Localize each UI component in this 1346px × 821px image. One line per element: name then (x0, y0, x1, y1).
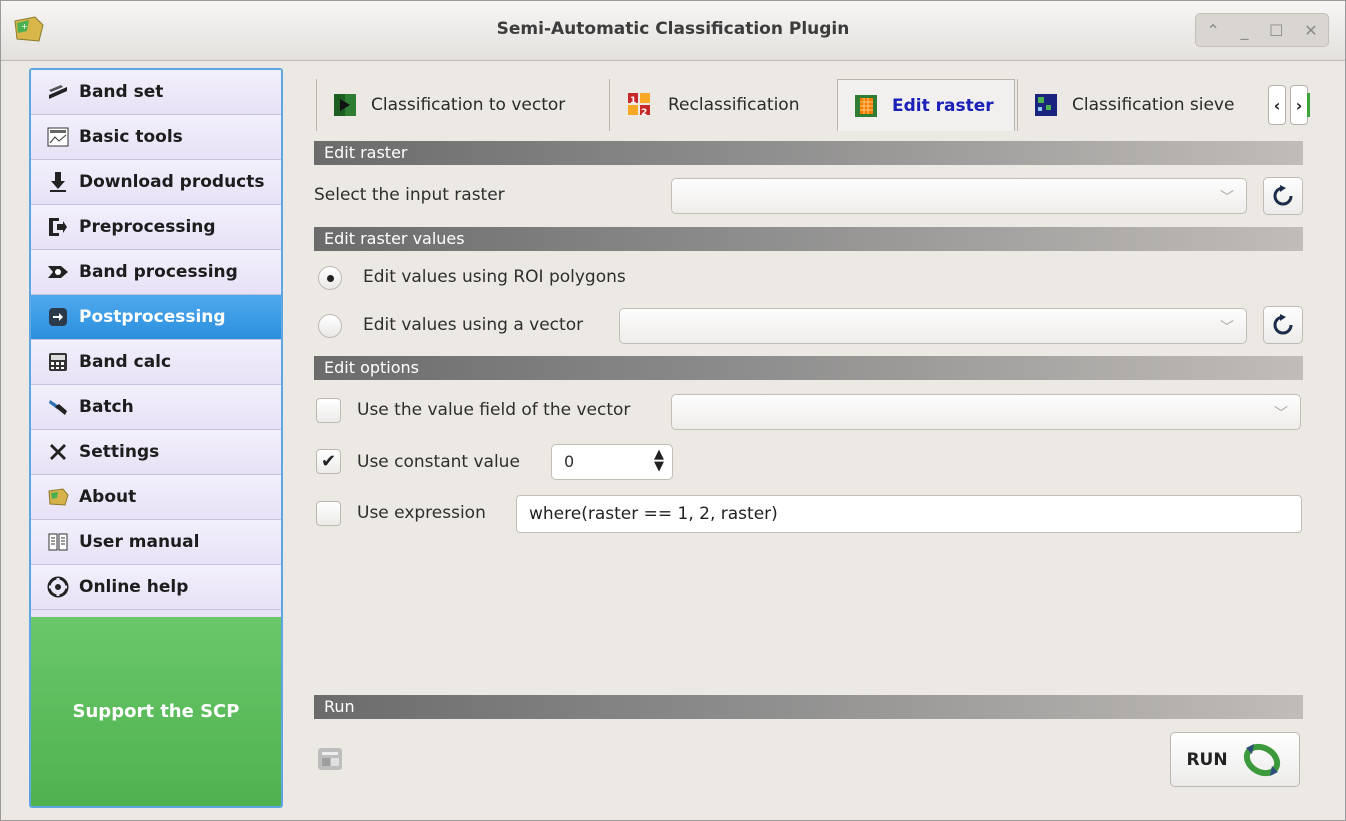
green-edge-marker (1307, 93, 1310, 117)
tab-scroll-right-button[interactable]: › (1290, 85, 1308, 125)
batch-script-icon (318, 748, 342, 770)
minimize-icon[interactable]: _ (1240, 21, 1248, 40)
vector-radio[interactable] (318, 314, 342, 338)
band-set-icon (47, 81, 69, 103)
sidebar-item-band-processing[interactable]: Band processing (31, 250, 281, 295)
sidebar-item-online-help[interactable]: Online help (31, 565, 281, 610)
sidebar-item-label: Batch (79, 397, 134, 417)
sidebar-item-band-set[interactable]: Band set (31, 70, 281, 115)
tab-bar: Classification to vector 12 Reclassifica… (311, 79, 1311, 131)
spinbox-value: 0 (564, 452, 575, 471)
tab-label: Classification to vector (371, 95, 566, 115)
sidebar-item-label: Settings (79, 442, 160, 462)
sidebar-item-label: Online help (79, 577, 189, 597)
section-header-edit-raster-values: Edit raster values (314, 227, 1303, 251)
edit-raster-icon (855, 94, 877, 117)
basic-tools-icon (47, 126, 69, 148)
expression-checkbox[interactable] (316, 501, 341, 526)
help-icon (47, 576, 69, 598)
sidebar-item-postprocessing[interactable]: Postprocessing (31, 295, 281, 340)
sidebar-item-label: Band set (79, 82, 164, 102)
expression-label: Use expression (357, 503, 486, 523)
calculator-icon (47, 351, 69, 373)
sidebar-item-user-manual[interactable]: User manual (31, 520, 281, 565)
shade-icon[interactable]: ⌃ (1206, 21, 1219, 40)
refresh-vector-button[interactable] (1263, 306, 1303, 344)
sidebar-item-basic-tools[interactable]: Basic tools (31, 115, 281, 160)
spin-arrows-icon[interactable]: ▲ ▼ (654, 448, 664, 473)
section-header-edit-raster: Edit raster (314, 141, 1303, 165)
value-field-label: Use the value field of the vector (357, 400, 631, 420)
vector-combobox[interactable]: ﹀ (619, 308, 1247, 344)
section-header-edit-options: Edit options (314, 356, 1303, 380)
input-raster-combobox[interactable]: ﹀ (671, 178, 1247, 214)
manual-icon (47, 531, 69, 553)
constant-value-label: Use constant value (357, 452, 520, 472)
window-title: Semi-Automatic Classification Plugin (496, 19, 850, 39)
preprocessing-icon (47, 216, 69, 238)
sidebar-item-label: Postprocessing (79, 307, 226, 327)
svg-text:2: 2 (641, 108, 647, 118)
chevron-down-icon: ﹀ (1220, 190, 1234, 206)
sidebar-item-label: Download products (79, 172, 265, 192)
constant-value-spinbox[interactable]: 0 ▲ ▼ (551, 444, 673, 480)
tab-label: Classification sieve (1072, 95, 1235, 115)
sidebar-item-label: Band calc (79, 352, 172, 372)
value-field-combobox[interactable]: ﹀ (671, 394, 1301, 430)
roi-polygons-radio[interactable] (318, 266, 342, 290)
tab-reclassification[interactable]: 12 Reclassification (609, 79, 835, 131)
tab-classification-sieve[interactable]: Classification sieve (1017, 79, 1267, 131)
sidebar-item-label: Band processing (79, 262, 238, 282)
svg-text:1: 1 (630, 96, 636, 106)
sidebar-item-label: About (79, 487, 137, 507)
title-bar[interactable]: + Semi-Automatic Classification Plugin ⌃… (1, 1, 1345, 61)
sidebar-item-preprocessing[interactable]: Preprocessing (31, 205, 281, 250)
maximize-icon[interactable]: ☐ (1269, 21, 1283, 40)
sidebar-item-download-products[interactable]: Download products (31, 160, 281, 205)
tab-edit-raster[interactable]: Edit raster (837, 79, 1015, 131)
sidebar-item-settings[interactable]: Settings (31, 430, 281, 475)
tab-classification-to-vector[interactable]: Classification to vector (316, 79, 606, 131)
roi-polygons-label: Edit values using ROI polygons (363, 267, 626, 287)
support-the-scp-button[interactable]: Support the SCP (31, 617, 281, 806)
tab-label: Edit raster (892, 95, 994, 116)
run-icon (1243, 743, 1280, 776)
constant-value-checkbox[interactable]: ✔ (316, 449, 341, 474)
sidebar-item-label: User manual (79, 532, 200, 552)
sidebar-item-about[interactable]: About (31, 475, 281, 520)
close-icon[interactable]: ✕ (1304, 21, 1317, 40)
postprocessing-icon (47, 306, 69, 328)
expression-input[interactable]: where(raster == 1, 2, raster) (516, 495, 1302, 533)
tab-label: Reclassification (668, 95, 800, 115)
run-button-label: RUN (1186, 749, 1228, 770)
input-raster-label: Select the input raster (314, 185, 505, 205)
reclassification-icon: 12 (628, 93, 650, 118)
checkmark-icon: ✔ (320, 451, 337, 472)
window-controls: ⌃ _ ☐ ✕ (1195, 13, 1329, 47)
tab-scroll-left-button[interactable]: ‹ (1268, 85, 1286, 125)
refresh-icon (1273, 185, 1293, 206)
section-header-run: Run (314, 695, 1303, 719)
value-field-checkbox[interactable] (316, 398, 341, 423)
run-button[interactable]: RUN (1170, 732, 1300, 787)
sidebar: Band set Basic tools Download products P… (29, 68, 283, 808)
classification-to-vector-icon (334, 94, 356, 116)
band-processing-icon (47, 261, 69, 283)
chevron-down-icon: ﹀ (1274, 406, 1288, 422)
batch-script-button[interactable] (314, 743, 348, 775)
vector-label: Edit values using a vector (363, 315, 584, 335)
settings-icon (47, 441, 69, 463)
classification-sieve-icon (1035, 94, 1057, 116)
main-window: + Semi-Automatic Classification Plugin ⌃… (0, 0, 1346, 821)
sidebar-item-label: Preprocessing (79, 217, 216, 237)
refresh-raster-button[interactable] (1263, 177, 1303, 215)
refresh-icon (1273, 314, 1293, 335)
sidebar-item-band-calc[interactable]: Band calc (31, 340, 281, 385)
chevron-down-icon: ﹀ (1220, 320, 1234, 336)
batch-icon (47, 396, 69, 418)
about-icon (47, 486, 69, 508)
download-icon (47, 171, 69, 193)
sidebar-item-label: Basic tools (79, 127, 183, 147)
sidebar-item-batch[interactable]: Batch (31, 385, 281, 430)
